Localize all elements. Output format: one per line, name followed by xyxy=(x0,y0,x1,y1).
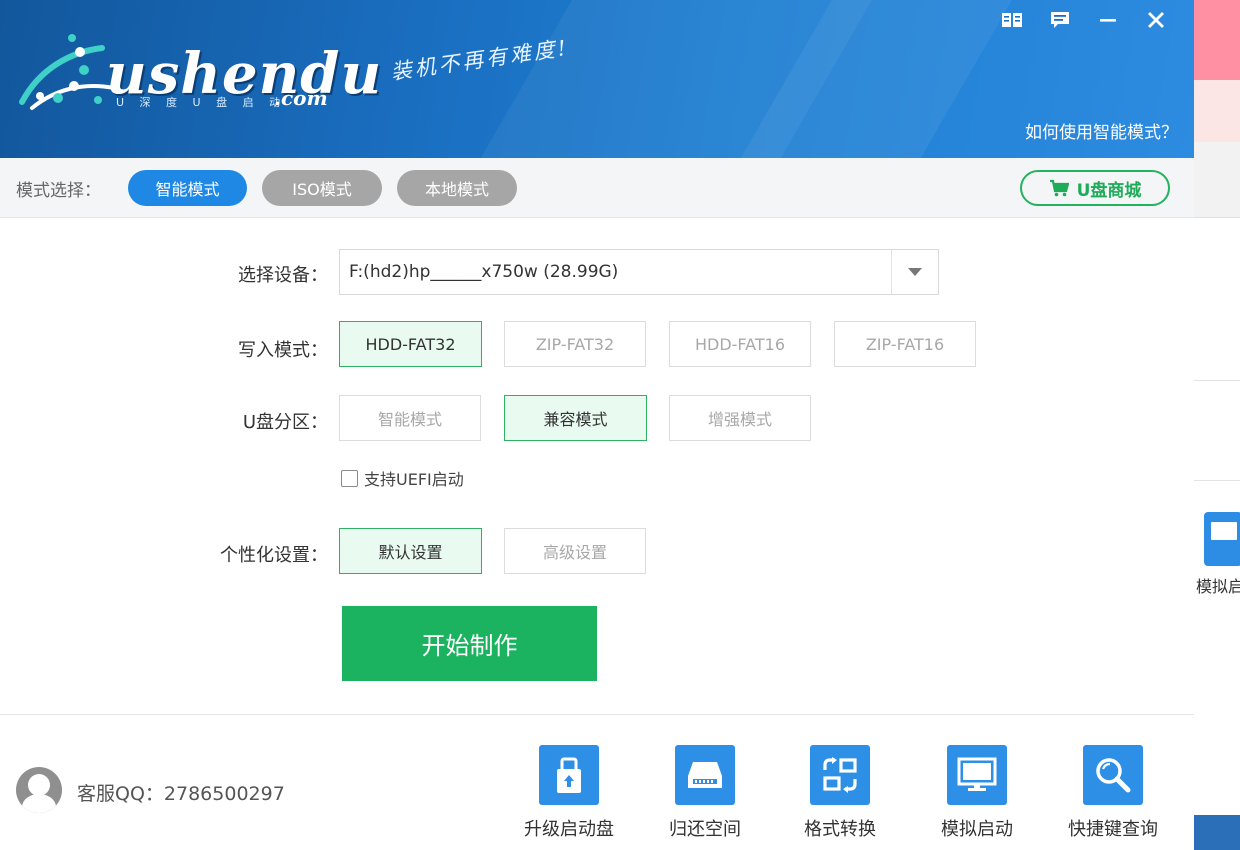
option-compatible-partition[interactable]: 兼容模式 xyxy=(504,395,647,441)
dropdown-arrow[interactable] xyxy=(891,250,938,294)
tool-label: 升级启动盘 xyxy=(524,819,614,840)
uefi-checkbox-row[interactable]: 支持UEFI启动 xyxy=(341,466,464,490)
mode-bar: 模式选择： 智能模式 ISO模式 本地模式 U盘商城 xyxy=(0,158,1194,218)
partition-label: U盘分区： xyxy=(242,412,328,433)
tab-local-mode[interactable]: 本地模式 xyxy=(397,170,517,206)
write-mode-label: 写入模式： xyxy=(238,340,328,361)
personalize-label: 个性化设置： xyxy=(220,545,328,566)
background-banner-strip xyxy=(1194,80,1240,142)
tool-upgrade-boot-disk[interactable]: 升级启动盘 xyxy=(509,745,629,845)
shop-label: U盘商城 xyxy=(1076,180,1142,201)
cart-icon xyxy=(1049,179,1069,197)
monitor-icon xyxy=(947,745,1007,805)
tab-iso-mode[interactable]: ISO模式 xyxy=(262,170,382,206)
uefi-checkbox[interactable] xyxy=(341,469,358,487)
option-advanced-settings[interactable]: 高级设置 xyxy=(504,528,646,574)
option-default-settings[interactable]: 默认设置 xyxy=(339,528,482,574)
tool-label: 格式转换 xyxy=(804,819,876,840)
window-controls xyxy=(988,6,1180,34)
device-select[interactable]: F:(hd2)hp______x750w (28.99G) xyxy=(339,249,939,295)
search-icon xyxy=(1083,745,1143,805)
tab-smart-mode[interactable]: 智能模式 xyxy=(128,170,247,206)
device-label: 选择设备： xyxy=(238,265,328,286)
mode-label: 模式选择： xyxy=(16,181,101,201)
background-label: 模拟启 xyxy=(1196,577,1240,596)
tool-label: 归还空间 xyxy=(669,819,741,840)
minimize-icon[interactable] xyxy=(1084,6,1132,34)
logo-subtitle: U 深 度 U 盘 启 动 xyxy=(116,96,287,109)
disk-icon xyxy=(675,745,735,805)
tool-hotkey-lookup[interactable]: 快捷键查询 xyxy=(1053,745,1173,845)
option-zip-fat16[interactable]: ZIP-FAT16 xyxy=(834,321,976,367)
background-divider xyxy=(1194,480,1240,481)
option-hdd-fat16[interactable]: HDD-FAT16 xyxy=(669,321,811,367)
background-divider xyxy=(1194,380,1240,381)
uefi-label: 支持UEFI启动 xyxy=(364,470,464,489)
close-icon[interactable] xyxy=(1132,6,1180,34)
qq-avatar-icon xyxy=(16,767,62,813)
start-button[interactable]: 开始制作 xyxy=(342,606,597,681)
header-banner: ushendu U 深 度 U 盘 启 动 .com 装机不再有难度! 如何使用… xyxy=(0,0,1194,158)
logo: ushendu U 深 度 U 盘 启 动 .com xyxy=(14,30,381,120)
tool-reclaim-space[interactable]: 归还空间 xyxy=(645,745,765,845)
device-value: F:(hd2)hp______x750w (28.99G) xyxy=(349,262,619,282)
app-window: ushendu U 深 度 U 盘 启 动 .com 装机不再有难度! 如何使用… xyxy=(0,0,1194,850)
tool-label: 快捷键查询 xyxy=(1068,819,1158,840)
option-smart-partition[interactable]: 智能模式 xyxy=(339,395,481,441)
background-monitor-icon xyxy=(1204,512,1240,566)
message-icon[interactable] xyxy=(1036,6,1084,34)
option-hdd-fat32[interactable]: HDD-FAT32 xyxy=(339,321,482,367)
option-zip-fat32[interactable]: ZIP-FAT32 xyxy=(504,321,646,367)
footer-divider xyxy=(0,714,1194,715)
chevron-down-icon xyxy=(908,268,922,276)
convert-icon xyxy=(810,745,870,805)
upgrade-icon xyxy=(539,745,599,805)
background-banner xyxy=(1194,0,1240,80)
help-link[interactable]: 如何使用智能模式？ xyxy=(1025,118,1178,143)
background-toolbar xyxy=(1194,142,1240,218)
tool-format-convert[interactable]: 格式转换 xyxy=(780,745,900,845)
qq-contact[interactable]: 客服QQ：2786500297 xyxy=(77,779,285,806)
logo-domain: .com xyxy=(274,86,328,110)
shop-button[interactable]: U盘商城 xyxy=(1020,170,1170,206)
tool-label: 模拟启动 xyxy=(941,819,1013,840)
tool-simulate-boot[interactable]: 模拟启动 xyxy=(917,745,1037,845)
book-icon[interactable] xyxy=(988,6,1036,34)
background-window: 模拟启 xyxy=(1130,0,1240,850)
option-enhanced-partition[interactable]: 增强模式 xyxy=(669,395,811,441)
